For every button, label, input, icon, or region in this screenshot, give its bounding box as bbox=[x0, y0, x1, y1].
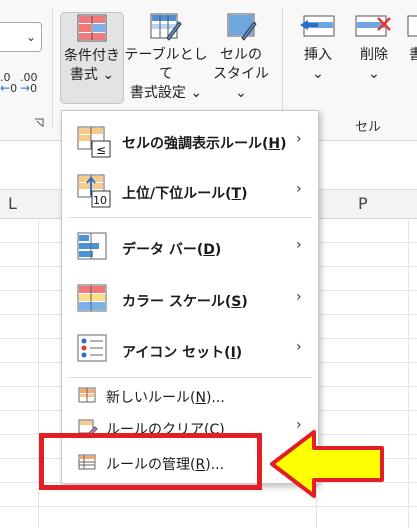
number-format-dropdown[interactable]: ⌄ bbox=[0, 22, 42, 52]
insert-cells-icon bbox=[300, 15, 335, 37]
submenu-arrow-icon: › bbox=[296, 131, 302, 147]
cell-styles-label-1: セルの bbox=[220, 47, 262, 63]
conditional-formatting-label-2: 書式 bbox=[69, 67, 98, 83]
chevron-down-icon: ⌄ bbox=[368, 66, 380, 82]
arrow-right-icon: → bbox=[20, 81, 31, 95]
menu-item-label: セルの強調表示ルール(H) bbox=[122, 136, 287, 152]
submenu-arrow-icon: › bbox=[296, 339, 302, 355]
menu-item-data-bars[interactable]: データ バー(D) › bbox=[62, 221, 318, 273]
delete-cells-icon bbox=[355, 15, 391, 37]
menu-item-icon-sets[interactable]: アイコン セット(I) › bbox=[62, 325, 318, 375]
menu-item-label: カラー スケール(S) bbox=[122, 294, 248, 310]
format-as-table-button[interactable]: テーブルとして 書式設定 ⌄ bbox=[124, 12, 208, 103]
submenu-arrow-icon: › bbox=[296, 237, 302, 253]
dialog-launcher-icon[interactable] bbox=[34, 118, 44, 128]
menu-separator bbox=[68, 217, 312, 218]
conditional-formatting-button[interactable]: 条件付き 書式 ⌄ bbox=[60, 12, 124, 104]
menu-item-top-bottom-rules[interactable]: 10 上位/下位ルール(T) › bbox=[62, 167, 318, 215]
format-button[interactable]: 書 bbox=[406, 12, 417, 65]
menu-item-highlight-cells-rules[interactable]: ≤ セルの強調表示ルール(H) › bbox=[62, 117, 318, 167]
conditional-formatting-label-1: 条件付き bbox=[64, 48, 120, 64]
chevron-down-icon: ⌄ bbox=[312, 66, 324, 82]
highlight-box bbox=[39, 433, 262, 490]
new-rule-icon bbox=[78, 387, 96, 403]
chevron-down-icon: ⌄ bbox=[102, 67, 115, 83]
submenu-arrow-icon: › bbox=[296, 181, 302, 197]
submenu-arrow-icon: › bbox=[296, 289, 302, 305]
format-as-table-label-1: テーブルとして bbox=[124, 47, 208, 82]
top-bottom-icon: 10 bbox=[77, 174, 111, 208]
svg-text:≤: ≤ bbox=[96, 143, 106, 157]
color-scale-icon bbox=[77, 284, 107, 312]
insert-button[interactable]: 挿入 ⌄ bbox=[294, 12, 342, 84]
gridline bbox=[0, 506, 417, 507]
menu-item-label: 新しいルール(N)... bbox=[106, 390, 225, 406]
increase-decimal-button[interactable]: .0 ←0 bbox=[0, 72, 17, 94]
chevron-down-icon: ⌄ bbox=[235, 85, 247, 101]
highlight-cells-icon: ≤ bbox=[77, 126, 111, 158]
decimal-inc-sub: 0 bbox=[10, 82, 18, 95]
menu-item-color-scales[interactable]: カラー スケール(S) › bbox=[62, 273, 318, 325]
delete-label: 削除 bbox=[360, 47, 388, 63]
delete-button[interactable]: 削除 ⌄ bbox=[350, 12, 398, 84]
menu-separator bbox=[68, 377, 312, 378]
column-header-l[interactable]: L bbox=[8, 194, 17, 213]
menu-item-label: 上位/下位ルール(T) bbox=[122, 186, 248, 202]
cell-styles-icon bbox=[227, 13, 257, 41]
format-label: 書 bbox=[409, 47, 417, 63]
chevron-down-icon: ⌄ bbox=[190, 85, 203, 101]
cell-styles-label-2: スタイル bbox=[213, 66, 269, 82]
decimal-dec-sub: 0 bbox=[30, 82, 38, 95]
format-cells-icon bbox=[407, 15, 417, 37]
decrease-decimal-button[interactable]: .00 →0 bbox=[20, 72, 38, 94]
menu-item-label: データ バー(D) bbox=[122, 242, 222, 258]
format-as-table-icon bbox=[150, 13, 182, 41]
menu-item-new-rule[interactable]: 新しいルール(N)... bbox=[62, 379, 318, 411]
format-as-table-label-2: 書式設定 bbox=[129, 85, 186, 101]
chevron-down-icon: ⌄ bbox=[25, 30, 36, 44]
pointer-arrow-icon bbox=[270, 430, 384, 498]
data-bar-icon bbox=[77, 232, 107, 260]
column-header-p[interactable]: P bbox=[358, 194, 368, 213]
menu-item-label: アイコン セット(I) bbox=[122, 345, 243, 361]
arrow-left-icon: ← bbox=[0, 81, 11, 95]
conditional-formatting-icon bbox=[77, 14, 107, 42]
group-separator bbox=[52, 8, 53, 128]
cells-group-label: セル bbox=[355, 120, 382, 135]
icon-set-icon bbox=[77, 334, 107, 362]
svg-text:10: 10 bbox=[93, 194, 107, 207]
insert-label: 挿入 bbox=[304, 47, 332, 63]
cell-styles-button[interactable]: セルの スタイル ⌄ bbox=[208, 12, 274, 103]
